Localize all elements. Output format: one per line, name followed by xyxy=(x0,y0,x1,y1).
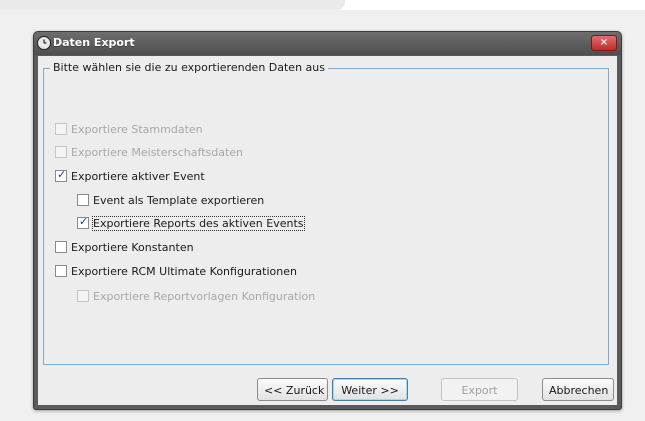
option-label: Exportiere aktiver Event xyxy=(71,169,205,183)
next-button[interactable]: Weiter >> xyxy=(332,378,408,401)
cancel-button[interactable]: Abbrechen xyxy=(542,378,614,401)
option-label: Exportiere Stammdaten xyxy=(71,122,203,136)
background-tab xyxy=(0,0,345,10)
option-label: Exportiere Reports des aktiven Events xyxy=(92,215,305,231)
option-konstanten[interactable]: Exportiere Konstanten xyxy=(55,240,194,254)
option-reports-aktiver-event[interactable]: ✓ Exportiere Reports des aktiven Events xyxy=(77,215,305,231)
checkbox-icon[interactable] xyxy=(55,265,67,277)
close-icon: × xyxy=(599,37,609,48)
option-stammdaten[interactable]: Exportiere Stammdaten xyxy=(55,122,203,136)
checkbox-icon[interactable] xyxy=(77,194,89,206)
option-reportvorlagen[interactable]: Exportiere Reportvorlagen Konfiguration xyxy=(77,289,315,303)
title-bar[interactable]: Daten Export × xyxy=(34,32,621,55)
checkbox-icon[interactable] xyxy=(55,146,67,158)
option-event-template[interactable]: Event als Template exportieren xyxy=(77,193,264,207)
close-button[interactable]: × xyxy=(591,35,617,51)
option-label: Exportiere Konstanten xyxy=(71,240,194,254)
checkbox-icon[interactable]: ✓ xyxy=(77,215,89,229)
export-button[interactable]: Export xyxy=(441,378,518,401)
clock-icon xyxy=(37,36,51,50)
check-mark-icon: ✓ xyxy=(57,168,67,181)
back-button[interactable]: << Zurück xyxy=(257,378,328,401)
option-label: Exportiere Meisterschaftsdaten xyxy=(71,145,244,159)
export-dialog: Daten Export × Bitte wählen sie die zu e… xyxy=(33,31,622,410)
option-label: Event als Template exportieren xyxy=(93,193,265,207)
option-rcm-konfigurationen[interactable]: Exportiere RCM Ultimate Konfigurationen xyxy=(55,264,297,278)
option-meisterschaftsdaten[interactable]: Exportiere Meisterschaftsdaten xyxy=(55,145,243,159)
checkbox-icon[interactable] xyxy=(55,241,67,253)
checkbox-icon[interactable] xyxy=(77,290,89,302)
option-label: Exportiere RCM Ultimate Konfigurationen xyxy=(71,264,297,278)
checkbox-icon[interactable] xyxy=(55,123,67,135)
check-mark-icon: ✓ xyxy=(79,215,89,228)
dialog-content: Bitte wählen sie die zu exportierenden D… xyxy=(38,56,617,405)
option-label: Exportiere Reportvorlagen Konfiguration xyxy=(93,289,316,303)
window-title: Daten Export xyxy=(53,36,135,49)
group-legend: Bitte wählen sie die zu exportierenden D… xyxy=(50,61,328,74)
checkbox-icon[interactable]: ✓ xyxy=(55,168,67,182)
option-aktiver-event[interactable]: ✓ Exportiere aktiver Event xyxy=(55,168,205,183)
